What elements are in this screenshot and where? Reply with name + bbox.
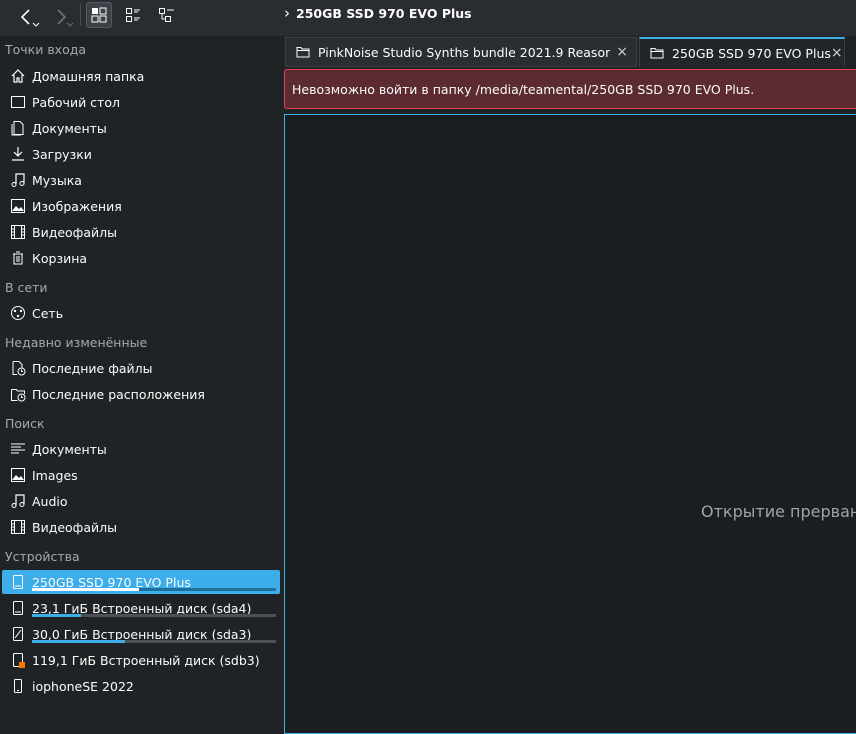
icons-view-button[interactable] xyxy=(86,2,112,28)
place-label: Изображения xyxy=(32,198,122,214)
section-title: В сети xyxy=(5,280,48,295)
close-tab-icon[interactable]: × xyxy=(616,44,628,60)
toolbar-separator xyxy=(80,4,81,26)
device-label: iophoneSE 2022 xyxy=(32,678,134,694)
section-title: Поиск xyxy=(5,416,45,431)
place-network[interactable]: Сеть xyxy=(2,301,280,325)
chevron-down-icon xyxy=(66,22,74,27)
details-view-button[interactable] xyxy=(120,2,146,28)
home-icon xyxy=(8,66,28,86)
place-home[interactable]: Домашняя папка xyxy=(2,64,280,88)
device-sdb3[interactable]: 119,1 ГиБ Встроенный диск (sdb3) xyxy=(2,648,280,672)
folder-icon xyxy=(296,45,310,59)
tab-250gb-ssd[interactable]: 250GB SSD 970 EVO Plus × xyxy=(639,37,845,67)
toolbar: › 250GB SSD 970 EVO Plus xyxy=(0,0,856,37)
place-recent-locations[interactable]: Последние расположения xyxy=(2,382,280,406)
capacity-bar xyxy=(32,614,276,617)
place-trash[interactable]: Корзина xyxy=(2,246,280,270)
close-tab-icon[interactable]: × xyxy=(831,45,843,61)
drive-warning-icon xyxy=(8,650,28,670)
icons-view-icon xyxy=(91,7,107,23)
place-videos[interactable]: Видеофайлы xyxy=(2,220,280,244)
trash-icon xyxy=(8,248,28,268)
tab-label: 250GB SSD 970 EVO Plus xyxy=(672,45,831,61)
breadcrumb-current[interactable]: 250GB SSD 970 EVO Plus xyxy=(296,6,472,21)
place-label: Документы xyxy=(32,441,107,457)
search-audio[interactable]: Audio xyxy=(2,489,280,513)
place-label: Видеофайлы xyxy=(32,519,118,535)
capacity-bar xyxy=(32,640,276,643)
downloads-icon xyxy=(8,144,28,164)
breadcrumb: › 250GB SSD 970 EVO Plus xyxy=(284,0,472,26)
device-iphone[interactable]: iophoneSE 2022 xyxy=(2,674,280,698)
tab-pinknoise[interactable]: PinkNoise Studio Synths bundle 2021.9 Re… xyxy=(285,37,637,67)
pictures-icon xyxy=(8,196,28,216)
section-title: Устройства xyxy=(5,549,80,564)
capacity-fill xyxy=(32,640,125,643)
folder-icon xyxy=(650,46,664,60)
search-videos-icon xyxy=(8,517,28,537)
capacity-fill xyxy=(32,614,81,617)
chevron-down-icon xyxy=(32,22,40,27)
documents-icon xyxy=(8,118,28,138)
place-label: Видеофайлы xyxy=(32,224,118,240)
capacity-bar xyxy=(32,588,276,591)
tab-bar: PinkNoise Studio Synths bundle 2021.9 Re… xyxy=(283,36,856,68)
place-label: Последние расположения xyxy=(32,386,205,402)
place-label: Images xyxy=(32,467,78,483)
drive-icon xyxy=(8,598,28,618)
tree-view-button[interactable] xyxy=(154,2,180,28)
capacity-fill xyxy=(32,588,140,591)
drive-icon xyxy=(8,624,28,644)
place-music[interactable]: Музыка xyxy=(2,168,280,192)
search-images[interactable]: Images xyxy=(2,463,280,487)
music-icon xyxy=(8,170,28,190)
place-pictures[interactable]: Изображения xyxy=(2,194,280,218)
search-images-icon xyxy=(8,465,28,485)
place-desktop[interactable]: Рабочий стол xyxy=(2,90,280,114)
tree-view-icon xyxy=(159,8,174,22)
place-label: Последние файлы xyxy=(32,360,153,376)
error-text: Невозможно войти в папку /media/teamenta… xyxy=(292,81,755,97)
phone-icon xyxy=(8,676,28,696)
place-label: Домашняя папка xyxy=(32,68,145,84)
place-label: Сеть xyxy=(32,305,64,321)
device-label: 119,1 ГиБ Встроенный диск (sdb3) xyxy=(32,652,260,668)
file-view[interactable] xyxy=(284,114,856,734)
place-recent-files[interactable]: Последние файлы xyxy=(2,356,280,380)
place-label: Музыка xyxy=(32,172,82,188)
place-documents[interactable]: Документы xyxy=(2,116,280,140)
place-label: Корзина xyxy=(32,250,88,266)
forward-button[interactable] xyxy=(46,4,76,30)
breadcrumb-separator: › xyxy=(284,4,290,22)
tab-label: PinkNoise Studio Synths bundle 2021.9 Re… xyxy=(318,44,610,60)
desktop-icon xyxy=(8,92,28,112)
section-title: Точки входа xyxy=(5,42,87,57)
search-documents[interactable]: Документы xyxy=(2,437,280,461)
search-audio-icon xyxy=(8,491,28,511)
network-icon xyxy=(8,303,28,323)
videos-icon xyxy=(8,222,28,242)
place-label: Загрузки xyxy=(32,146,92,162)
section-title: Недавно изменённые xyxy=(5,335,148,350)
back-button[interactable] xyxy=(8,4,44,30)
recent-locations-icon xyxy=(8,384,28,404)
places-panel: Точки входа Домашняя папка Рабочий стол … xyxy=(0,36,283,724)
place-downloads[interactable]: Загрузки xyxy=(2,142,280,166)
search-documents-icon xyxy=(8,439,28,459)
place-label: Документы xyxy=(32,120,107,136)
place-label: Рабочий стол xyxy=(32,94,120,110)
details-view-icon xyxy=(126,8,140,22)
search-videos[interactable]: Видеофайлы xyxy=(2,515,280,539)
error-message: Невозможно войти в папку /media/teamenta… xyxy=(284,69,856,109)
recent-files-icon xyxy=(8,358,28,378)
view-placeholder-text: Открытие прервано xyxy=(701,502,856,521)
drive-icon xyxy=(8,572,28,592)
place-label: Audio xyxy=(32,493,68,509)
